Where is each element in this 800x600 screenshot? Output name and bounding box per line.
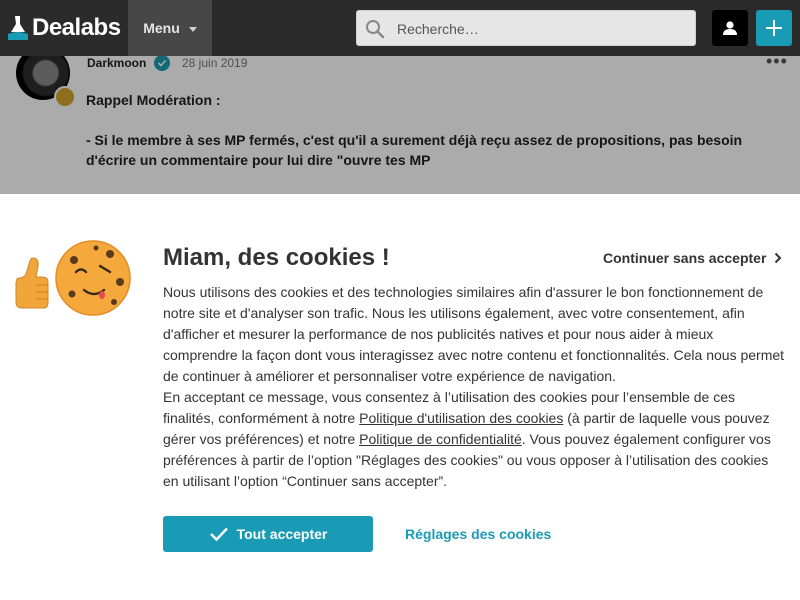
add-deal-button[interactable] xyxy=(756,10,792,46)
top-header: Dealabs Menu xyxy=(0,0,800,56)
cookie-settings-link[interactable]: Réglages des cookies xyxy=(405,526,551,542)
cookie-text-paragraph-1: Nous utilisons des cookies et des techno… xyxy=(163,284,785,384)
modal-overlay xyxy=(0,56,800,194)
flame-logo-icon xyxy=(8,16,28,40)
search-icon xyxy=(366,20,385,39)
user-account-button[interactable] xyxy=(712,10,748,46)
cookie-title: Miam, des cookies ! xyxy=(163,244,390,271)
privacy-policy-link[interactable]: Politique de confidentialité xyxy=(359,431,522,447)
dealabs-logo[interactable]: Dealabs xyxy=(8,13,121,43)
accept-all-label: Tout accepter xyxy=(236,526,328,542)
accept-all-button[interactable]: Tout accepter xyxy=(163,516,373,552)
menu-label: Menu xyxy=(143,20,180,36)
cookie-description: Nous utilisons des cookies et des techno… xyxy=(163,282,785,492)
search-input[interactable] xyxy=(395,11,689,47)
logo-text: Dealabs xyxy=(32,14,121,41)
checkmark-icon xyxy=(209,527,228,542)
user-icon xyxy=(723,21,737,35)
chevron-right-icon xyxy=(775,252,782,264)
comment-card: Darkmoon 28 juin 2019 ••• Rappel Modérat… xyxy=(0,56,800,194)
search-bar[interactable] xyxy=(356,10,696,47)
cookie-policy-link[interactable]: Politique d'utilisation des cookies xyxy=(359,410,563,426)
continue-label: Continuer sans accepter xyxy=(603,250,767,266)
chevron-down-icon xyxy=(188,26,197,32)
cookie-consent-panel: Miam, des cookies ! Continuer sans accep… xyxy=(0,194,800,600)
cookie-thumbs-up-illustration xyxy=(15,240,131,316)
plus-icon xyxy=(766,20,782,36)
continue-without-accepting-link[interactable]: Continuer sans accepter xyxy=(603,250,782,266)
menu-button[interactable]: Menu xyxy=(128,0,212,56)
